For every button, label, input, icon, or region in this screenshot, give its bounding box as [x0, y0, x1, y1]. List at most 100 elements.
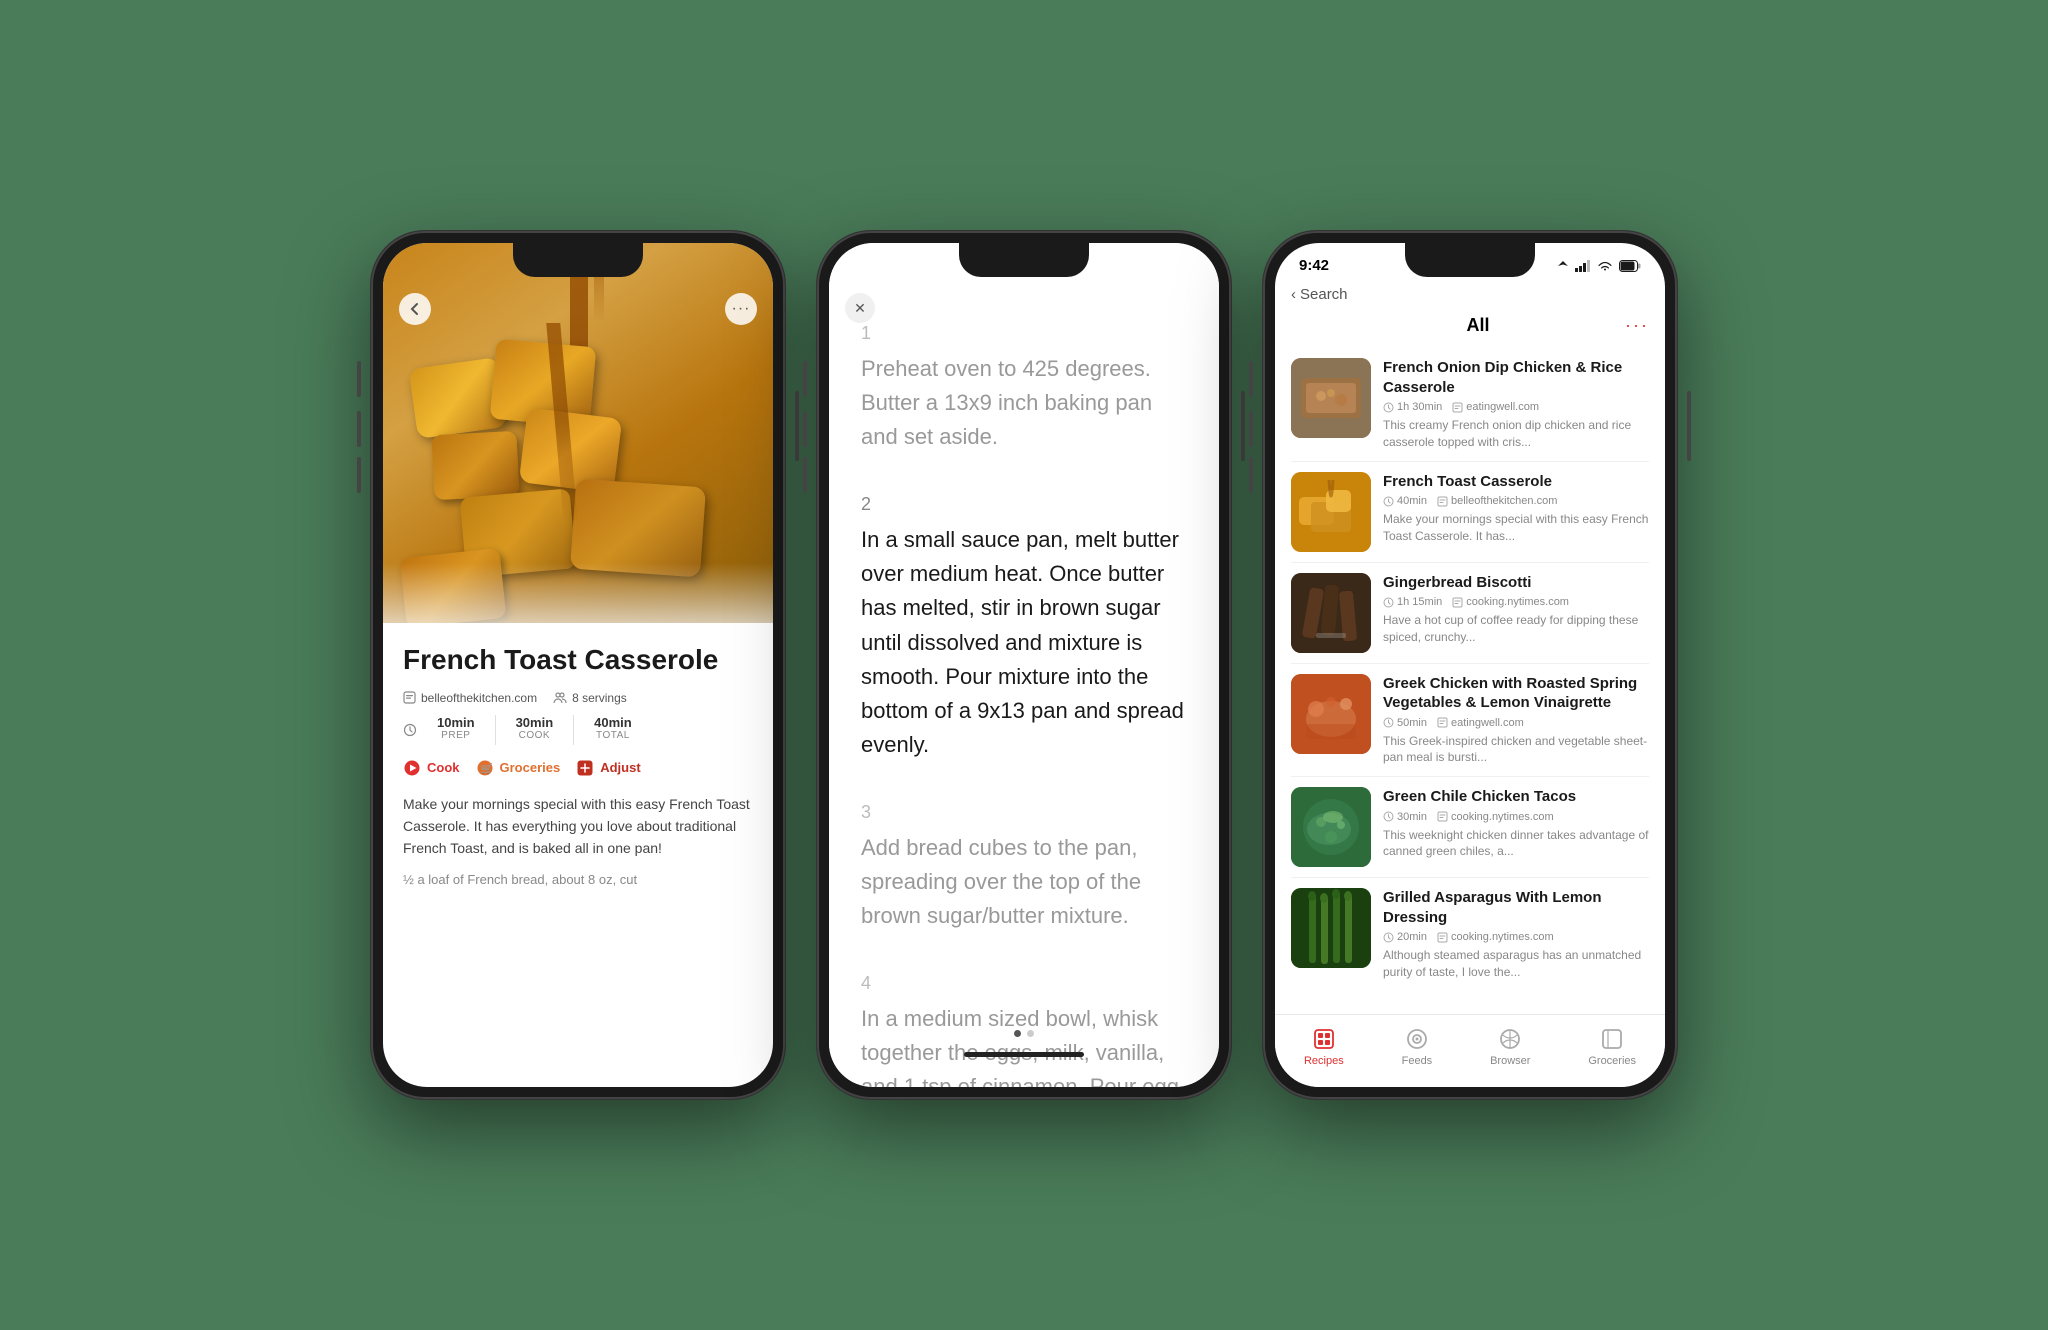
- status-icons: [1557, 260, 1641, 272]
- dot-1: [1014, 1030, 1021, 1037]
- status-time: 9:42: [1299, 257, 1329, 274]
- source-meta: cooking.nytimes.com: [1452, 596, 1569, 608]
- browser-tab-icon: [1498, 1027, 1522, 1051]
- step-1: 1 Preheat oven to 425 degrees. Butter a …: [861, 323, 1187, 454]
- time-divider-1: [495, 715, 496, 745]
- time-divider-2: [573, 715, 574, 745]
- recipe-list-desc: Although steamed asparagus has an unmatc…: [1383, 947, 1649, 981]
- clock-icon: [403, 723, 417, 737]
- list-item[interactable]: French Toast Casserole 40min belleofthek…: [1291, 462, 1649, 563]
- list-header: All ···: [1275, 311, 1665, 348]
- clock-small-icon: [1383, 811, 1394, 822]
- step-3-text: Add bread cubes to the pan, spreading ov…: [861, 831, 1187, 933]
- recipe-list-info: Gingerbread Biscotti 1h 15min cooking.ny…: [1383, 573, 1649, 653]
- groceries-icon: 🛒: [476, 759, 494, 777]
- cook-button[interactable]: Cook: [403, 759, 460, 777]
- recipe-list-desc: This creamy French onion dip chicken and…: [1383, 417, 1649, 451]
- phone-2: ✕ 1 Preheat oven to 425 degrees. Butter …: [817, 231, 1231, 1099]
- step-1-text: Preheat oven to 425 degrees. Butter a 13…: [861, 352, 1187, 454]
- list-more-button[interactable]: ···: [1625, 315, 1649, 336]
- source-meta: cooking.nytimes.com: [1437, 931, 1554, 943]
- phones-container: ··· French Toast Casserole bell: [371, 231, 1677, 1099]
- back-search[interactable]: ‹ Search: [1275, 282, 1665, 311]
- step-4-text: In a medium sized bowl, whisk together t…: [861, 1002, 1187, 1087]
- recipe-servings: 8 servings: [553, 691, 627, 705]
- svg-text:🛒: 🛒: [480, 762, 492, 775]
- battery-icon: [1619, 260, 1641, 272]
- recipe-thumbnail: [1291, 358, 1371, 438]
- list-item[interactable]: Green Chile Chicken Tacos 30min cooking.…: [1291, 777, 1649, 878]
- tab-browser[interactable]: Browser: [1490, 1027, 1530, 1067]
- phone-1: ··· French Toast Casserole bell: [371, 231, 785, 1099]
- source-text: belleofthekitchen.com: [421, 691, 537, 705]
- phone2-content: ✕ 1 Preheat oven to 425 degrees. Butter …: [829, 243, 1219, 1087]
- recipe-list-title: French Toast Casserole: [1383, 472, 1649, 492]
- tab-recipes[interactable]: Recipes: [1304, 1027, 1344, 1067]
- clock-small-icon: [1383, 717, 1394, 728]
- step-dots: [1014, 1030, 1034, 1037]
- groceries-button[interactable]: 🛒 Groceries: [476, 759, 561, 777]
- source-small-icon: [1437, 717, 1448, 728]
- recipe-list-meta: 1h 30min eatingwell.com: [1383, 401, 1649, 413]
- back-button[interactable]: [399, 293, 431, 325]
- signal-icon: [1575, 260, 1591, 272]
- recipe-list-title: French Onion Dip Chicken & Rice Casserol…: [1383, 358, 1649, 397]
- tab-groceries[interactable]: Groceries: [1588, 1027, 1636, 1067]
- notch-1: [513, 243, 643, 277]
- steps-container: 1 Preheat oven to 425 degrees. Butter a …: [829, 243, 1219, 1087]
- servings-icon: [553, 691, 567, 705]
- time-meta: 40min: [1383, 495, 1427, 507]
- groceries-tab-icon: [1600, 1027, 1624, 1051]
- recipe-list-desc: This Greek-inspired chicken and vegetabl…: [1383, 733, 1649, 767]
- recipe-list-title: Gingerbread Biscotti: [1383, 573, 1649, 593]
- recipe-thumbnail: [1291, 674, 1371, 754]
- feeds-tab-icon: [1405, 1027, 1429, 1051]
- recipe-thumbnail: [1291, 787, 1371, 867]
- location-icon: [1557, 260, 1569, 272]
- step-4-number: 4: [861, 973, 1187, 994]
- recipe-list-meta: 1h 15min cooking.nytimes.com: [1383, 596, 1649, 608]
- adjust-icon: [576, 759, 594, 777]
- time-meta: 20min: [1383, 931, 1427, 943]
- recipe-list-desc: Have a hot cup of coffee ready for dippi…: [1383, 612, 1649, 646]
- recipes-tab-icon: [1312, 1027, 1336, 1051]
- recipe-list-info: French Toast Casserole 40min belleofthek…: [1383, 472, 1649, 552]
- groceries-tab-label: Groceries: [1588, 1055, 1636, 1067]
- home-indicator: [964, 1052, 1084, 1057]
- phone3-content: 9:42: [1275, 243, 1665, 1087]
- prep-time: 10min PREP: [437, 715, 475, 745]
- source-meta: belleofthekitchen.com: [1437, 495, 1557, 507]
- recipe-list-info: French Onion Dip Chicken & Rice Casserol…: [1383, 358, 1649, 451]
- back-chevron-icon: ‹: [1291, 286, 1296, 303]
- clock-small-icon: [1383, 597, 1394, 608]
- source-small-icon: [1437, 496, 1448, 507]
- more-icon: ···: [732, 300, 751, 318]
- recipe-list-desc: Make your mornings special with this eas…: [1383, 511, 1649, 545]
- list-item[interactable]: Grilled Asparagus With Lemon Dressing 20…: [1291, 878, 1649, 991]
- dot-2: [1027, 1030, 1034, 1037]
- tab-feeds[interactable]: Feeds: [1402, 1027, 1433, 1067]
- recipe-description: Make your mornings special with this eas…: [403, 793, 753, 860]
- list-item[interactable]: Gingerbread Biscotti 1h 15min cooking.ny…: [1291, 563, 1649, 664]
- notch-2: [959, 243, 1089, 277]
- casserole-thumb-img: [1291, 358, 1371, 438]
- recipe-list-title: Grilled Asparagus With Lemon Dressing: [1383, 888, 1649, 927]
- time-meta: 30min: [1383, 811, 1427, 823]
- source-meta: cooking.nytimes.com: [1437, 811, 1554, 823]
- time-meta: 50min: [1383, 717, 1427, 729]
- source-small-icon: [1437, 932, 1448, 943]
- greek-thumb-img: [1291, 674, 1371, 754]
- list-item[interactable]: Greek Chicken with Roasted Spring Vegeta…: [1291, 664, 1649, 778]
- source-icon: [403, 691, 416, 704]
- recipe-title: French Toast Casserole: [403, 643, 753, 677]
- list-item[interactable]: French Onion Dip Chicken & Rice Casserol…: [1291, 348, 1649, 462]
- phone-1-screen: ··· French Toast Casserole bell: [383, 243, 773, 1087]
- wifi-icon: [1597, 260, 1613, 272]
- adjust-button[interactable]: Adjust: [576, 759, 640, 777]
- close-button[interactable]: ✕: [845, 293, 875, 323]
- more-button[interactable]: ···: [725, 293, 757, 325]
- step-1-number: 1: [861, 323, 1187, 344]
- recipe-list-title: Green Chile Chicken Tacos: [1383, 787, 1649, 807]
- source-small-icon: [1452, 597, 1463, 608]
- back-label: Search: [1300, 286, 1348, 303]
